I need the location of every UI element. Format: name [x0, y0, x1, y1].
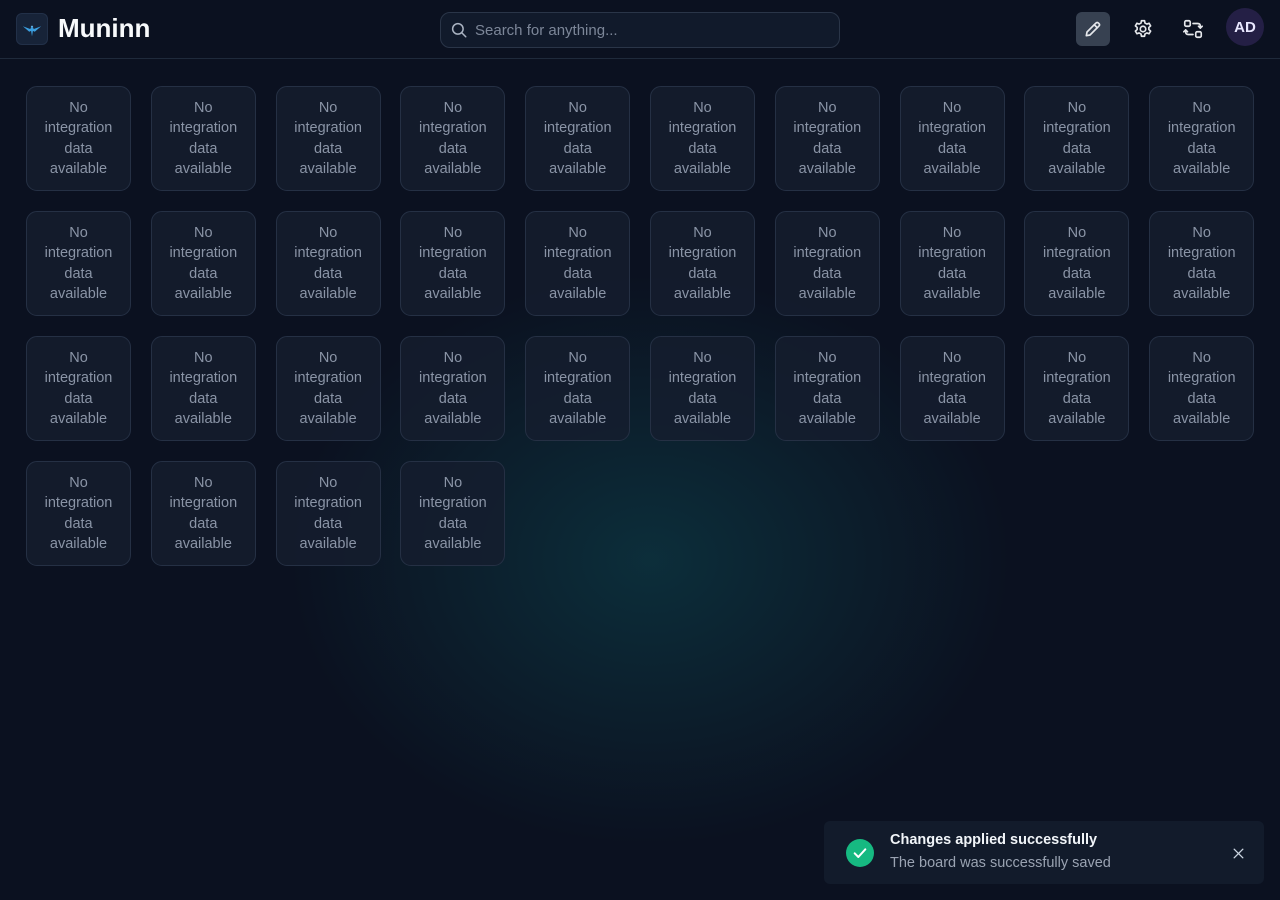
board-tile[interactable]: No integration data available: [774, 336, 880, 441]
tile-empty-message: No integration data available: [44, 224, 113, 302]
board-tile[interactable]: No integration data available: [649, 336, 755, 441]
tile-empty-message: No integration data available: [294, 474, 362, 552]
board-tile[interactable]: No integration data available: [525, 336, 631, 441]
tile-empty-message: No integration data available: [169, 99, 238, 177]
raven-icon: [22, 25, 42, 37]
board-grid: No integration data available No integrat…: [26, 86, 1256, 566]
board-tile[interactable]: No integration data available: [150, 86, 256, 191]
app-logo[interactable]: [16, 13, 48, 45]
tile-empty-message: No integration data available: [1043, 99, 1111, 177]
board-tile[interactable]: No integration data available: [649, 211, 755, 316]
tile-empty-message: No integration data available: [1167, 349, 1236, 427]
arrows-swap-icon: [1183, 19, 1203, 39]
board-tile[interactable]: No integration data available: [150, 211, 256, 316]
board-tile[interactable]: No integration data available: [26, 211, 131, 316]
toast-title: Changes applied successfully: [890, 832, 1098, 848]
board-tile[interactable]: No integration data available: [400, 336, 506, 441]
tile-empty-message: No integration data available: [918, 349, 986, 427]
board-tile[interactable]: No integration data available: [1024, 211, 1130, 316]
search-icon: [451, 22, 467, 38]
tile-empty-message: No integration data available: [793, 349, 862, 427]
board-tile[interactable]: No integration data available: [1149, 86, 1255, 191]
board-tile[interactable]: No integration data available: [275, 461, 381, 566]
tile-empty-message: No integration data available: [44, 99, 113, 177]
app-title[interactable]: Muninn: [58, 12, 150, 44]
tile-empty-message: No integration data available: [543, 224, 612, 302]
board-tile[interactable]: No integration data available: [400, 461, 506, 566]
user-avatar[interactable]: AD: [1226, 8, 1264, 46]
toast-status: [846, 839, 874, 867]
tile-empty-message: No integration data available: [668, 349, 737, 427]
edit-board-button[interactable]: [1076, 12, 1110, 46]
board-tile[interactable]: No integration data available: [150, 336, 256, 441]
board-tile[interactable]: No integration data available: [774, 211, 880, 316]
tile-empty-message: No integration data available: [793, 224, 862, 302]
tile-empty-message: No integration data available: [918, 224, 986, 302]
tile-empty-message: No integration data available: [668, 224, 737, 302]
settings-button[interactable]: [1126, 12, 1160, 46]
tile-empty-message: No integration data available: [169, 474, 238, 552]
tile-empty-message: No integration data available: [1043, 349, 1111, 427]
board-tile[interactable]: No integration data available: [1024, 86, 1130, 191]
tile-empty-message: No integration data available: [419, 224, 487, 302]
gear-icon: [1134, 19, 1152, 38]
top-header: Muninn AD: [0, 0, 1280, 59]
tile-empty-message: No integration data available: [294, 224, 362, 302]
board-tile[interactable]: No integration data available: [1149, 336, 1255, 441]
board-tile[interactable]: No integration data available: [899, 336, 1005, 441]
tile-empty-message: No integration data available: [419, 99, 487, 177]
board-tile[interactable]: No integration data available: [275, 86, 381, 191]
tile-empty-message: No integration data available: [294, 99, 362, 177]
board-tile[interactable]: No integration data available: [899, 86, 1005, 191]
board-tile[interactable]: No integration data available: [275, 211, 381, 316]
board-tile[interactable]: No integration data available: [1024, 336, 1130, 441]
board-tile[interactable]: No integration data available: [26, 461, 131, 566]
tile-empty-message: No integration data available: [543, 349, 612, 427]
board-tile[interactable]: No integration data available: [525, 211, 631, 316]
tile-empty-message: No integration data available: [1167, 99, 1236, 177]
tile-empty-message: No integration data available: [793, 99, 862, 177]
board-tile[interactable]: No integration data available: [26, 336, 131, 441]
board-tile[interactable]: No integration data available: [1149, 211, 1255, 316]
tile-empty-message: No integration data available: [44, 474, 113, 552]
close-icon: [1233, 848, 1243, 858]
swap-board-button[interactable]: [1176, 12, 1210, 46]
board-tile[interactable]: No integration data available: [275, 336, 381, 441]
check-icon: [853, 848, 867, 858]
tile-empty-message: No integration data available: [918, 99, 986, 177]
board-tile[interactable]: No integration data available: [400, 211, 506, 316]
tile-empty-message: No integration data available: [419, 474, 487, 552]
toast-close-button[interactable]: [1230, 845, 1246, 861]
tile-empty-message: No integration data available: [668, 99, 737, 177]
toast-message: The board was successfully saved: [890, 855, 1111, 871]
tile-empty-message: No integration data available: [169, 349, 238, 427]
tile-empty-message: No integration data available: [169, 224, 238, 302]
success-toast: Changes applied successfully The board w…: [824, 821, 1264, 884]
board-tile[interactable]: No integration data available: [899, 211, 1005, 316]
search-bar[interactable]: [440, 12, 840, 48]
board-tile[interactable]: No integration data available: [525, 86, 631, 191]
search-input[interactable]: [475, 13, 825, 47]
board-tile[interactable]: No integration data available: [649, 86, 755, 191]
board-tile[interactable]: No integration data available: [26, 86, 131, 191]
tile-empty-message: No integration data available: [294, 349, 362, 427]
pencil-icon: [1085, 21, 1101, 37]
tile-empty-message: No integration data available: [543, 99, 612, 177]
tile-empty-message: No integration data available: [419, 349, 487, 427]
tile-empty-message: No integration data available: [1167, 224, 1236, 302]
tile-empty-message: No integration data available: [1043, 224, 1111, 302]
board-tile[interactable]: No integration data available: [150, 461, 256, 566]
board-tile[interactable]: No integration data available: [400, 86, 506, 191]
tile-empty-message: No integration data available: [44, 349, 113, 427]
board-tile[interactable]: No integration data available: [774, 86, 880, 191]
